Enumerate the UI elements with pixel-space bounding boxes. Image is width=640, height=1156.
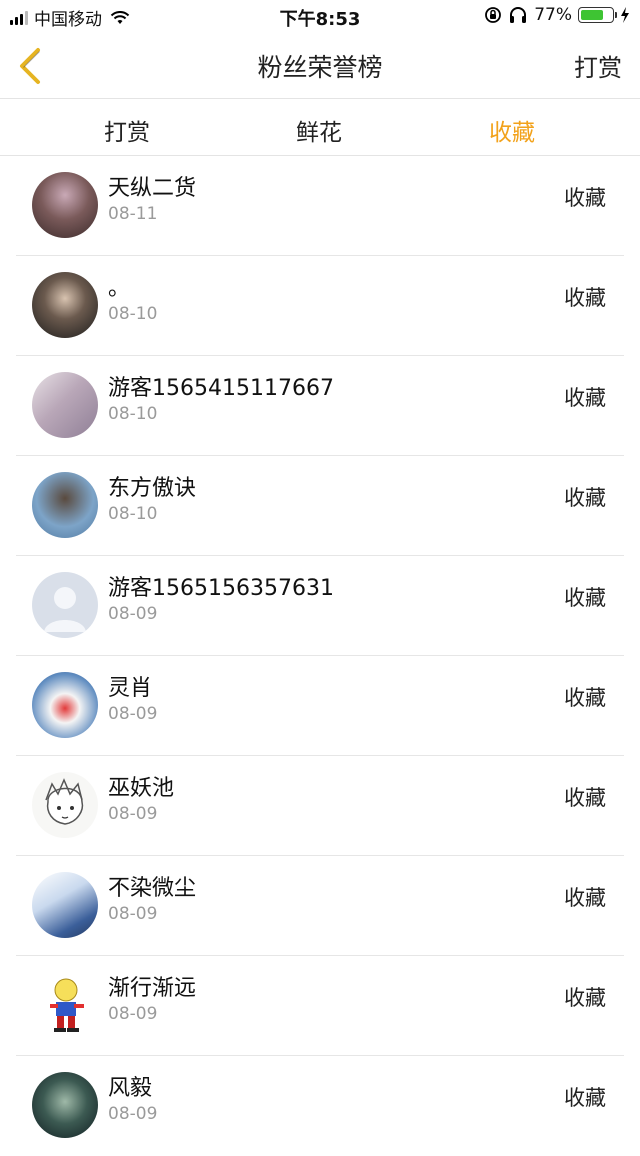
list-item[interactable]: 灵肖 08-09 收藏 [0, 656, 640, 756]
entry-date: 08-09 [108, 604, 158, 624]
user-name: 渐行渐远 [108, 976, 197, 1001]
page-title: 粉丝荣誉榜 [257, 53, 383, 82]
user-name: 巫妖池 [108, 776, 175, 801]
favorite-label: 收藏 [564, 686, 606, 710]
headphones-icon [510, 7, 527, 23]
list-item[interactable]: 天纵二货 08-11 收藏 [0, 156, 640, 256]
entry-date: 08-09 [108, 804, 158, 824]
tab-flowers[interactable]: 鲜花 [296, 113, 342, 147]
entry-date: 08-10 [108, 504, 158, 524]
user-name: 东方傲诀 [108, 476, 197, 501]
entry-date: 08-09 [108, 904, 158, 924]
entry-date: 08-09 [108, 1004, 158, 1024]
favorite-label: 收藏 [564, 486, 606, 510]
fan-list: 天纵二货 08-11 收藏 。 08-10 收藏 游客1565415117667… [0, 156, 640, 1156]
favorite-label: 收藏 [564, 986, 606, 1010]
entry-date: 08-09 [108, 704, 158, 724]
favorite-label: 收藏 [564, 786, 606, 810]
entry-date: 08-10 [108, 304, 158, 324]
orientation-lock-icon [485, 7, 502, 23]
favorite-label: 收藏 [564, 386, 606, 410]
avatar [32, 272, 98, 338]
reward-button[interactable]: 打赏 [574, 48, 622, 83]
favorite-label: 收藏 [564, 186, 606, 210]
entry-date: 08-11 [108, 204, 158, 224]
list-item[interactable]: 风毅 08-09 收藏 [0, 1056, 640, 1156]
avatar [32, 972, 98, 1038]
user-name: 风毅 [108, 1076, 153, 1101]
user-name: 。 [108, 276, 131, 301]
avatar [32, 672, 98, 738]
avatar [32, 172, 98, 238]
list-item[interactable]: 游客1565415117667 08-10 收藏 [0, 356, 640, 456]
user-name: 灵肖 [108, 676, 153, 701]
list-item[interactable]: 。 08-10 收藏 [0, 256, 640, 356]
avatar [32, 472, 98, 538]
entry-date: 08-10 [108, 404, 158, 424]
user-name: 不染微尘 [108, 876, 197, 901]
user-name: 天纵二货 [108, 176, 197, 201]
list-item[interactable]: 东方傲诀 08-10 收藏 [0, 456, 640, 556]
status-right: 77% [484, 5, 630, 25]
avatar [32, 372, 98, 438]
avatar [32, 872, 98, 938]
tab-bar: 打赏 鲜花 收藏 [0, 99, 640, 156]
avatar [32, 772, 98, 838]
nav-bar: 粉丝荣誉榜 打赏 [0, 34, 640, 99]
default-avatar-icon [32, 572, 98, 638]
avatar [32, 1072, 98, 1138]
favorite-label: 收藏 [564, 886, 606, 910]
user-name: 游客1565156357631 [108, 576, 334, 601]
favorite-label: 收藏 [564, 286, 606, 310]
entry-date: 08-09 [108, 1104, 158, 1124]
status-bar: 中国移动 下午8:53 77% [0, 0, 640, 34]
list-item[interactable]: 巫妖池 08-09 收藏 [0, 756, 640, 856]
list-item[interactable]: 游客1565156357631 08-09 收藏 [0, 556, 640, 656]
list-item[interactable]: 渐行渐远 08-09 收藏 [0, 956, 640, 1056]
favorite-label: 收藏 [564, 586, 606, 610]
battery-percent: 77% [534, 5, 572, 25]
tab-favorites[interactable]: 收藏 [489, 113, 535, 147]
charging-bolt-icon [621, 7, 629, 23]
user-name: 游客1565415117667 [108, 376, 334, 401]
favorite-label: 收藏 [564, 1086, 606, 1110]
battery-icon [578, 7, 617, 23]
list-item[interactable]: 不染微尘 08-09 收藏 [0, 856, 640, 956]
tab-reward[interactable]: 打赏 [104, 113, 150, 147]
